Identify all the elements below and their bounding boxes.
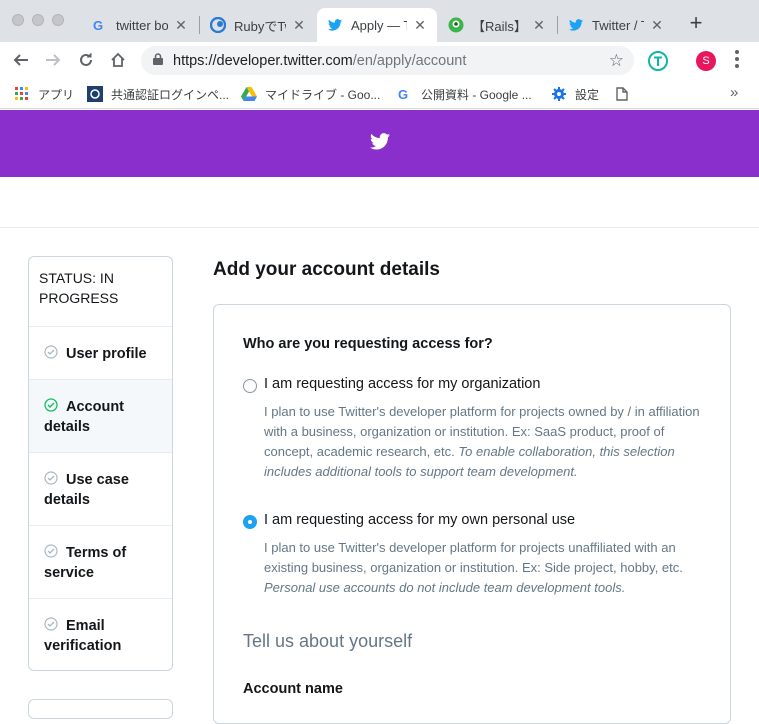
apps-grid-icon [14,86,30,102]
tab-title: RubyでTw [234,18,286,34]
option-organization-label[interactable]: I am requesting access for my organizati… [264,376,540,392]
check-circle-icon [44,544,58,558]
site-icon [87,86,103,102]
google-icon: G [397,86,413,102]
bookmark-label: 共通認証ログインペ... [111,87,230,102]
check-circle-icon [44,471,58,485]
tab-title: twitter bo [116,17,168,33]
tab-title: Apply — T [351,17,407,33]
green-avatar-icon [448,17,464,33]
sidebar-item-terms-of-service[interactable]: Terms of service [29,526,172,599]
minimize-window-button[interactable] [32,14,44,26]
tab-3-active[interactable]: Apply — T ✕ [317,8,437,42]
sidebar-item-email-verification[interactable]: Email verification [29,599,172,670]
twitter-icon [327,17,343,33]
header-banner [0,110,759,177]
blue-bird-logo-icon [210,17,226,33]
home-icon[interactable] [106,48,130,72]
option-personal-label[interactable]: I am requesting access for my own person… [264,512,575,528]
progress-sidebar: STATUS: IN PROGRESS User profile Account… [28,256,173,671]
bookmark-label: 設定 [575,87,600,102]
zoom-window-button[interactable] [52,14,64,26]
tab-2[interactable]: RubyでTw ✕ [200,8,316,42]
close-tab-icon[interactable]: ✕ [532,17,546,34]
google-icon: G [92,17,108,33]
twitter-icon [568,17,584,33]
status-label: STATUS: IN PROGRESS [29,257,172,327]
lock-icon [153,52,163,69]
option-description-note: Personal use accounts do not include tea… [264,580,626,595]
close-tab-icon[interactable]: ✕ [413,17,427,34]
back-icon[interactable] [9,48,33,72]
bookmark-my-drive[interactable]: マイドライブ - Goo... [241,85,380,103]
bookmarks-bar: アプリ 共通認証ログインペ... マイドライブ - Goo... G 公開資料 … [0,79,759,109]
option-personal-description: I plan to use Twitter's developer platfo… [264,538,709,598]
check-circle-icon [44,345,58,359]
bookmark-public-docs[interactable]: G 公開資料 - Google ... [397,85,532,103]
sidebar-item-account-details[interactable]: Account details [29,380,172,453]
tab-1[interactable]: G twitter bo ✕ [82,8,198,42]
tab-title: 【Rails】T [472,18,526,34]
close-tab-icon[interactable]: ✕ [650,17,664,34]
address-bar[interactable]: https://developer.twitter.com/en/apply/a… [141,46,634,75]
bookmark-settings[interactable]: 設定 [551,85,599,103]
bookmark-auth-login[interactable]: 共通認証ログインペ... [87,85,229,103]
reload-icon[interactable] [74,48,98,72]
extension-icon[interactable] [648,51,668,71]
check-circle-icon [44,617,58,631]
bookmark-label: アプリ [38,87,75,102]
sidebar-item-user-profile[interactable]: User profile [29,327,172,380]
svg-text:G: G [93,18,103,32]
gear-icon [551,86,567,102]
bookmark-label: 公開資料 - Google ... [421,87,532,102]
url-host: https://developer.twitter.com [173,52,353,69]
bookmark-star-icon[interactable]: ☆ [609,51,624,71]
forward-icon[interactable] [41,48,65,72]
tab-strip: G twitter bo ✕ RubyでTw ✕ Apply — T ✕ 【Ra… [0,0,759,42]
new-tab-button[interactable]: + [684,10,708,36]
browser-toolbar: https://developer.twitter.com/en/apply/a… [0,42,759,79]
more-bookmarks-chevron-icon[interactable]: » [730,84,738,101]
sidebar-item-label: User profile [66,346,147,362]
bookmark-document[interactable] [614,85,638,103]
section-divider [0,227,759,228]
account-name-label: Account name [243,681,343,697]
svg-text:G: G [398,87,408,101]
check-circle-icon [44,398,58,412]
page-title: Add your account details [213,259,440,280]
secondary-sidebar-box [28,699,173,719]
twitter-logo-icon[interactable] [369,132,390,155]
tab-5[interactable]: Twitter / T ✕ [558,8,674,42]
close-tab-icon[interactable]: ✕ [292,17,306,34]
url-path: /en/apply/account [352,52,467,69]
document-icon [614,86,630,102]
bookmark-apps[interactable]: アプリ [14,85,74,103]
radio-personal-use[interactable] [243,515,257,529]
drive-icon [241,86,257,102]
option-description-text: I plan to use Twitter's developer platfo… [264,540,683,575]
close-tab-icon[interactable]: ✕ [174,17,188,34]
close-window-button[interactable] [12,14,24,26]
access-question: Who are you requesting access for? [243,336,493,352]
radio-organization[interactable] [243,379,257,393]
tab-title: Twitter / T [592,17,644,33]
browser-menu-icon[interactable] [731,50,743,68]
option-organization-description: I plan to use Twitter's developer platfo… [264,402,709,482]
tab-4[interactable]: 【Rails】T ✕ [438,8,556,42]
account-details-card: Who are you requesting access for? I am … [213,304,731,724]
profile-avatar[interactable]: S [696,51,716,71]
sidebar-item-use-case-details[interactable]: Use case details [29,453,172,526]
section-title: Tell us about yourself [243,631,413,651]
profile-initial: S [702,55,710,67]
bookmark-label: マイドライブ - Goo... [265,87,381,102]
